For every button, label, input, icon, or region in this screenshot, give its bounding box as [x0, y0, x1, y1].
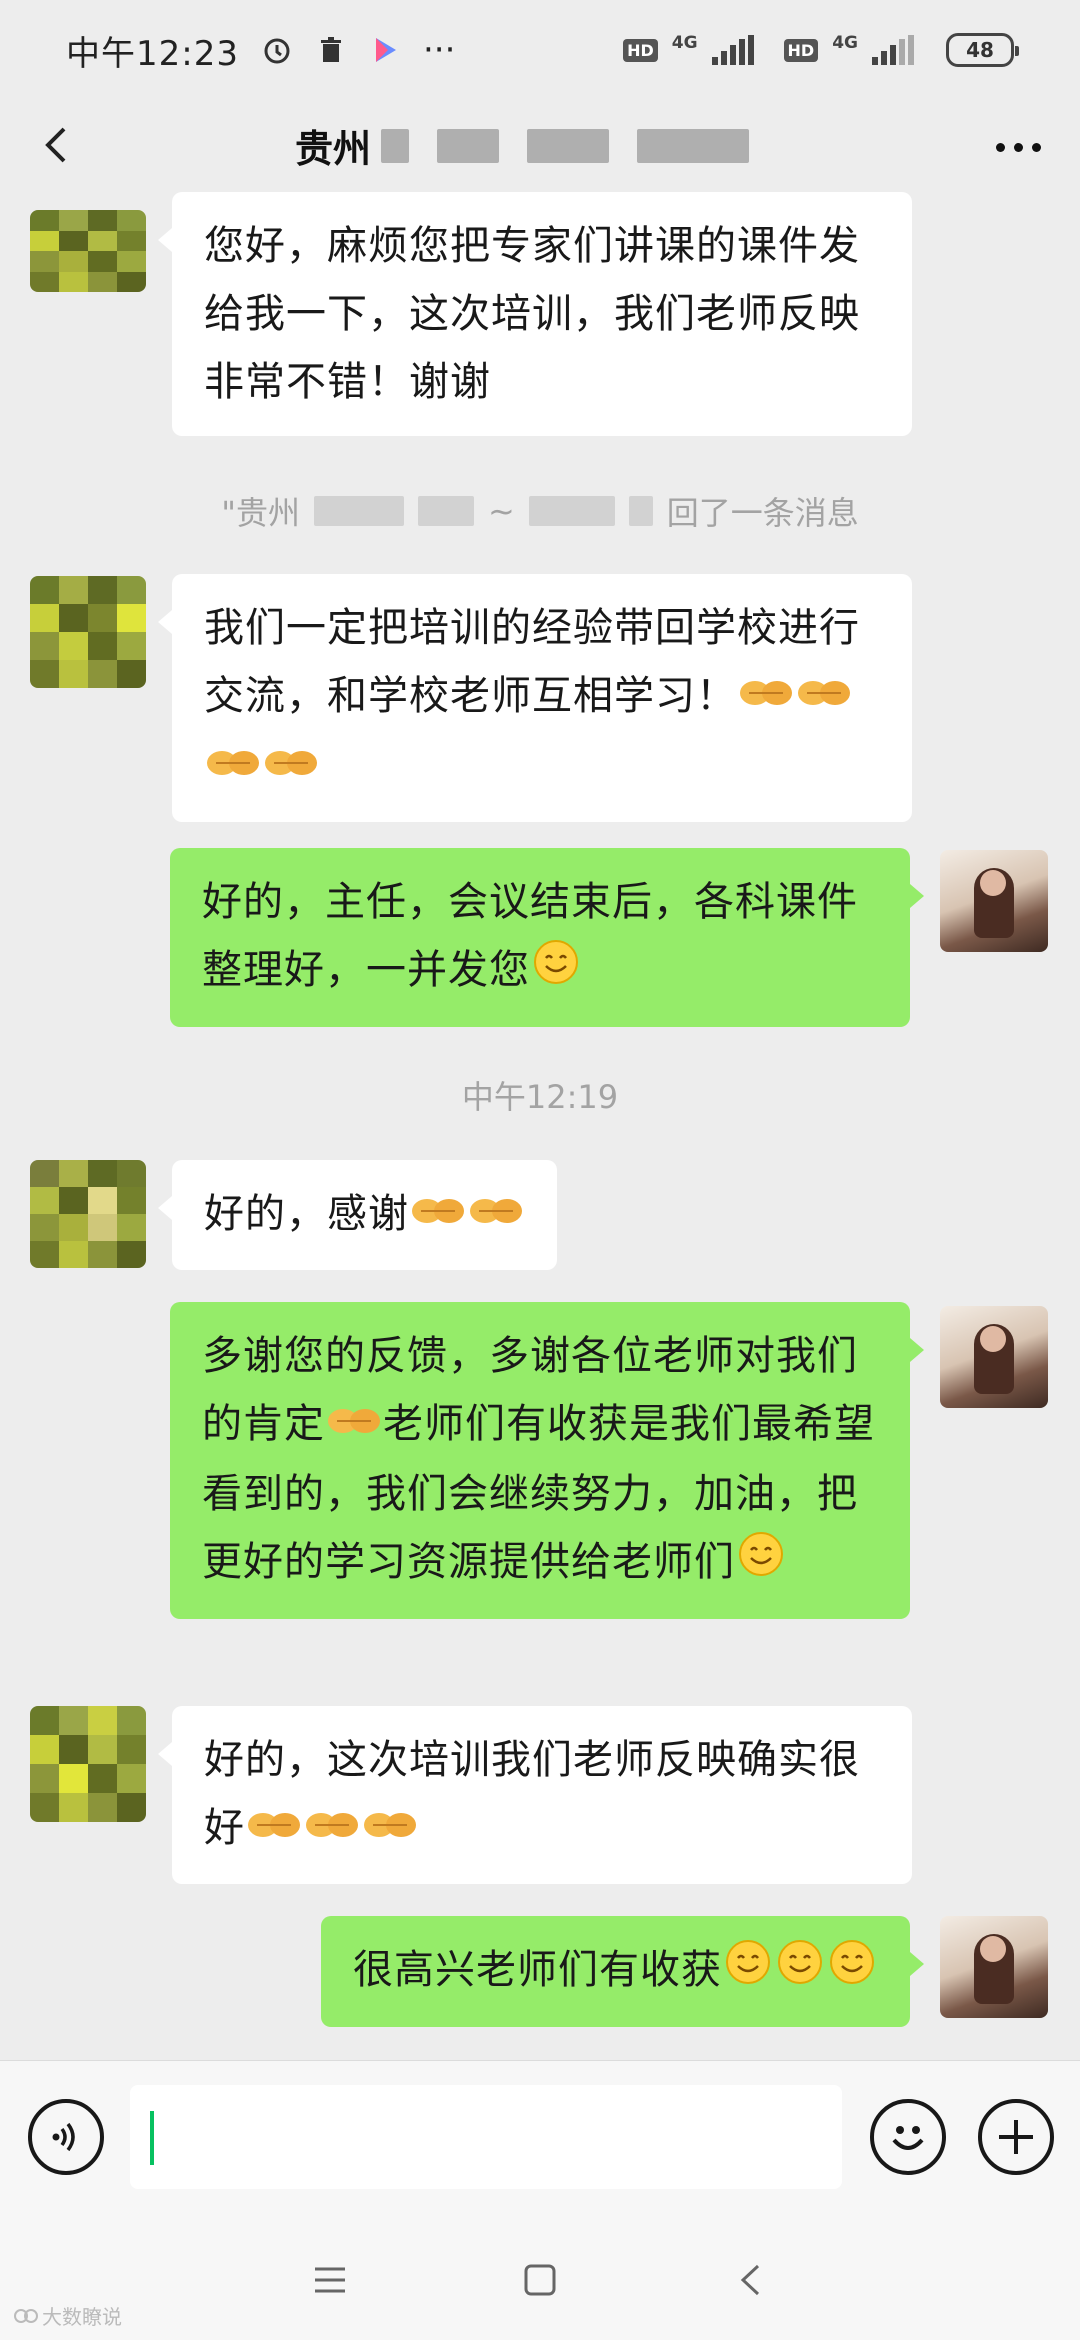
back-button[interactable] — [28, 118, 82, 172]
self-avatar[interactable] — [940, 1916, 1048, 2018]
message-text: 好的，感谢 — [204, 1191, 409, 1237]
chat-title: 贵州 — [295, 118, 750, 173]
more-actions-button[interactable] — [978, 2099, 1054, 2175]
voice-icon — [52, 2122, 75, 2152]
smile-emoji-icon — [776, 1938, 824, 2007]
plus-icon — [999, 2120, 1033, 2154]
system-nav-bar: 大数瞭说 — [0, 2220, 1080, 2340]
redacted-name — [381, 128, 410, 163]
message-bubble-incoming[interactable]: 好的，这次培训我们老师反映确实很好 — [158, 1706, 912, 1884]
status-time: 中午12:23 — [66, 33, 239, 74]
redacted-name — [637, 128, 750, 163]
message-bubble-incoming[interactable]: 好的，感谢 — [158, 1160, 557, 1270]
redacted-text — [313, 496, 404, 526]
handshake-emoji-icon — [411, 1182, 465, 1250]
back-nav-button[interactable] — [720, 2250, 780, 2310]
message-text: 好的，主任，会议结束后，各科课件整理好，一并发您 — [202, 879, 858, 993]
handshake-emoji-icon — [363, 1796, 417, 1864]
recall-suffix: 回了一条消息 — [666, 494, 859, 532]
status-more: ··· — [422, 30, 456, 70]
home-nav-button[interactable] — [510, 2250, 570, 2310]
hd-badge-2: HD — [783, 38, 819, 62]
trash-icon — [320, 37, 341, 62]
chat-screen: 中午12:23 ··· HD 4G HD 4G 48 贵州 您好，麻烦您把专家们… — [0, 0, 1080, 2340]
timestamp: 中午12:19 — [461, 1078, 619, 1116]
menu-icon — [315, 2267, 345, 2293]
handshake-emoji-icon — [305, 1796, 359, 1864]
message-bubble-outgoing[interactable]: 好的，主任，会议结束后，各科课件整理好，一并发您 — [170, 848, 924, 1027]
recall-prefix: "贵州 — [221, 494, 300, 532]
handshake-emoji-icon — [327, 1392, 381, 1460]
input-bar — [0, 2060, 1080, 2220]
dot — [995, 142, 1005, 152]
emoji-button[interactable] — [870, 2099, 946, 2175]
redacted-name — [527, 128, 610, 163]
network-label: 4G — [671, 33, 698, 53]
recall-notice: "贵州 ~ 回了一条消息 — [0, 488, 1080, 534]
network-label-2: 4G — [832, 33, 858, 53]
handshake-emoji-icon — [797, 664, 851, 732]
chevron-left-icon — [45, 127, 66, 163]
message-bubble-outgoing[interactable]: 多谢您的反馈，多谢各位老师对我们的肯定 老师们有收获是我们最希望看到的，我们会继续… — [170, 1302, 924, 1619]
smile-emoji-icon — [828, 1938, 876, 2007]
handshake-emoji-icon — [264, 734, 318, 802]
handshake-emoji-icon — [206, 734, 260, 802]
watermark-text: 大数瞭说 — [42, 2305, 122, 2329]
smile-emoji-icon — [724, 1938, 772, 2007]
recall-tilde: ~ — [487, 492, 515, 530]
message-input[interactable] — [130, 2085, 842, 2189]
dot — [1013, 142, 1023, 152]
title-bar: 贵州 — [0, 100, 1080, 190]
self-avatar[interactable] — [940, 1306, 1048, 1408]
message-bubble-incoming[interactable]: 您好，麻烦您把专家们讲课的课件发给我一下，这次培训，我们老师反映非常不错！谢谢 — [158, 192, 912, 436]
handshake-emoji-icon — [739, 664, 793, 732]
contact-avatar[interactable] — [30, 1160, 146, 1268]
watermark-logo-icon — [14, 2308, 38, 2323]
text-caret — [150, 2111, 154, 2165]
handshake-emoji-icon — [247, 1796, 301, 1864]
message-text: 好的，这次培训我们老师反映确实很好 — [204, 1737, 860, 1851]
menu-nav-button[interactable] — [300, 2250, 360, 2310]
watermark: 大数瞭说 — [14, 2301, 122, 2330]
back-triangle-icon — [740, 2264, 760, 2296]
message-list[interactable]: 您好，麻烦您把专家们讲课的课件发给我一下，这次培训，我们老师反映非常不错！谢谢 … — [0, 190, 1080, 2060]
message-text: 您好，麻烦您把专家们讲课的课件发给我一下，这次培训，我们老师反映非常不错！谢谢 — [204, 223, 860, 405]
self-avatar[interactable] — [940, 850, 1048, 952]
more-options-button[interactable] — [988, 122, 1048, 172]
hd-badge: HD — [623, 38, 658, 62]
contact-avatar[interactable] — [30, 210, 146, 292]
message-text: 很高兴老师们有收获 — [353, 1947, 722, 1993]
redacted-name — [437, 128, 500, 163]
signal-icon-2 — [872, 35, 914, 65]
redacted-text — [417, 496, 474, 526]
contact-avatar[interactable] — [30, 576, 146, 688]
alarm-icon — [264, 38, 290, 64]
smile-emoji-icon — [532, 938, 580, 1007]
contact-avatar[interactable] — [30, 1706, 146, 1822]
redacted-text — [528, 496, 615, 526]
dot — [1031, 142, 1041, 152]
message-bubble-incoming[interactable]: 我们一定把培训的经验带回学校进行交流，和学校老师互相学习！ — [158, 574, 912, 822]
message-bubble-outgoing[interactable]: 很高兴老师们有收获 — [321, 1916, 924, 2027]
smile-emoji-icon — [737, 1530, 785, 1599]
status-bar: 中午12:23 ··· HD 4G HD 4G 48 — [0, 0, 1080, 100]
redacted-text — [628, 496, 653, 526]
play-store-icon — [375, 38, 396, 62]
home-square-icon — [524, 2264, 556, 2296]
signal-icon — [711, 35, 754, 65]
chat-title-text: 贵州 — [295, 127, 372, 171]
handshake-emoji-icon — [469, 1182, 523, 1250]
emoji-icon — [892, 2126, 924, 2150]
voice-input-button[interactable] — [28, 2099, 104, 2175]
battery-icon: 48 — [946, 33, 1019, 67]
